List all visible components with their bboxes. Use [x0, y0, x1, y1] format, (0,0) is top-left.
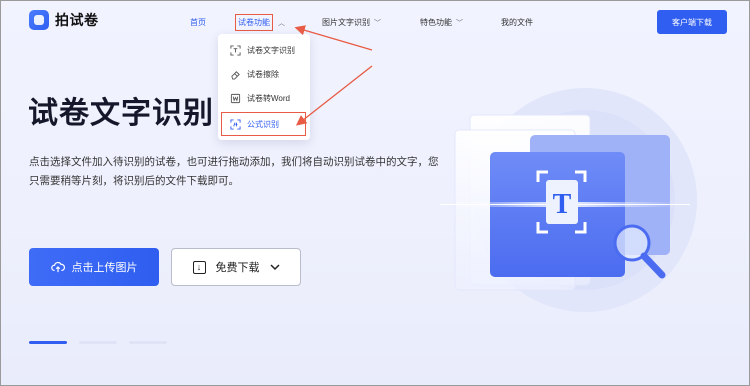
scan-text-icon	[230, 44, 241, 56]
brand-logo[interactable]: 拍试卷	[29, 10, 99, 30]
word-icon	[230, 93, 241, 103]
nav-home-label: 首页	[190, 18, 206, 27]
formula-icon	[230, 118, 241, 130]
brand-name: 拍试卷	[55, 12, 99, 28]
carousel-indicators	[29, 341, 167, 344]
nav-exam-features-label: 试卷功能	[235, 14, 273, 31]
menu-item-label: 试卷文字识别	[247, 45, 295, 55]
menu-item-exam-ocr[interactable]: 试卷文字识别	[218, 38, 310, 62]
carousel-dot[interactable]	[129, 341, 167, 344]
upload-image-button[interactable]: 点击上传图片	[29, 248, 159, 286]
chevron-up-icon: ︿	[278, 19, 285, 27]
carousel-dot-active[interactable]	[29, 341, 67, 344]
nav-my-files[interactable]: 我的文件	[501, 17, 533, 28]
hero-illustration: T	[440, 88, 697, 312]
nav-home[interactable]: 首页	[190, 17, 206, 28]
menu-item-label: 试卷转Word	[247, 93, 290, 103]
nav-special-features-label: 特色功能	[420, 18, 452, 27]
nav-special-features[interactable]: 特色功能 ﹀	[420, 17, 463, 28]
download-icon: ↓	[192, 260, 206, 274]
chevron-down-icon	[269, 263, 280, 270]
upload-image-label: 点击上传图片	[71, 262, 138, 274]
menu-item-label: 公式识别	[247, 119, 279, 129]
exam-features-dropdown: 试卷文字识别 试卷擦除 试卷转Word 公式识别	[218, 34, 310, 140]
client-download-button[interactable]: 客户端下载	[657, 10, 727, 34]
menu-item-exam-to-word[interactable]: 试卷转Word	[218, 86, 310, 110]
hero-description: 点击选择文件加入待识别的试卷，也可进行拖动添加，我们将自动识别试卷中的文字，您只…	[29, 156, 439, 187]
logo-icon	[29, 10, 49, 30]
page-title: 试卷文字识别	[28, 97, 214, 130]
free-download-label: 免费下载	[215, 262, 260, 274]
nav-image-ocr[interactable]: 图片文字识别 ﹀	[322, 17, 381, 28]
menu-item-label: 试卷擦除	[247, 69, 279, 79]
free-download-button[interactable]: ↓ 免费下载	[171, 248, 301, 286]
cloud-upload-icon	[50, 261, 65, 273]
carousel-dot[interactable]	[79, 341, 117, 344]
menu-item-exam-erase[interactable]: 试卷擦除	[218, 62, 310, 86]
chevron-down-icon: ﹀	[374, 19, 381, 27]
nav-my-files-label: 我的文件	[501, 18, 533, 27]
nav-exam-features[interactable]: 试卷功能 ︿	[235, 14, 285, 31]
menu-item-formula-ocr[interactable]: 公式识别	[221, 112, 306, 136]
text-glyph: T	[553, 189, 572, 220]
chevron-down-icon: ﹀	[456, 19, 463, 27]
eraser-icon	[231, 70, 240, 80]
nav-image-ocr-label: 图片文字识别	[322, 18, 370, 27]
